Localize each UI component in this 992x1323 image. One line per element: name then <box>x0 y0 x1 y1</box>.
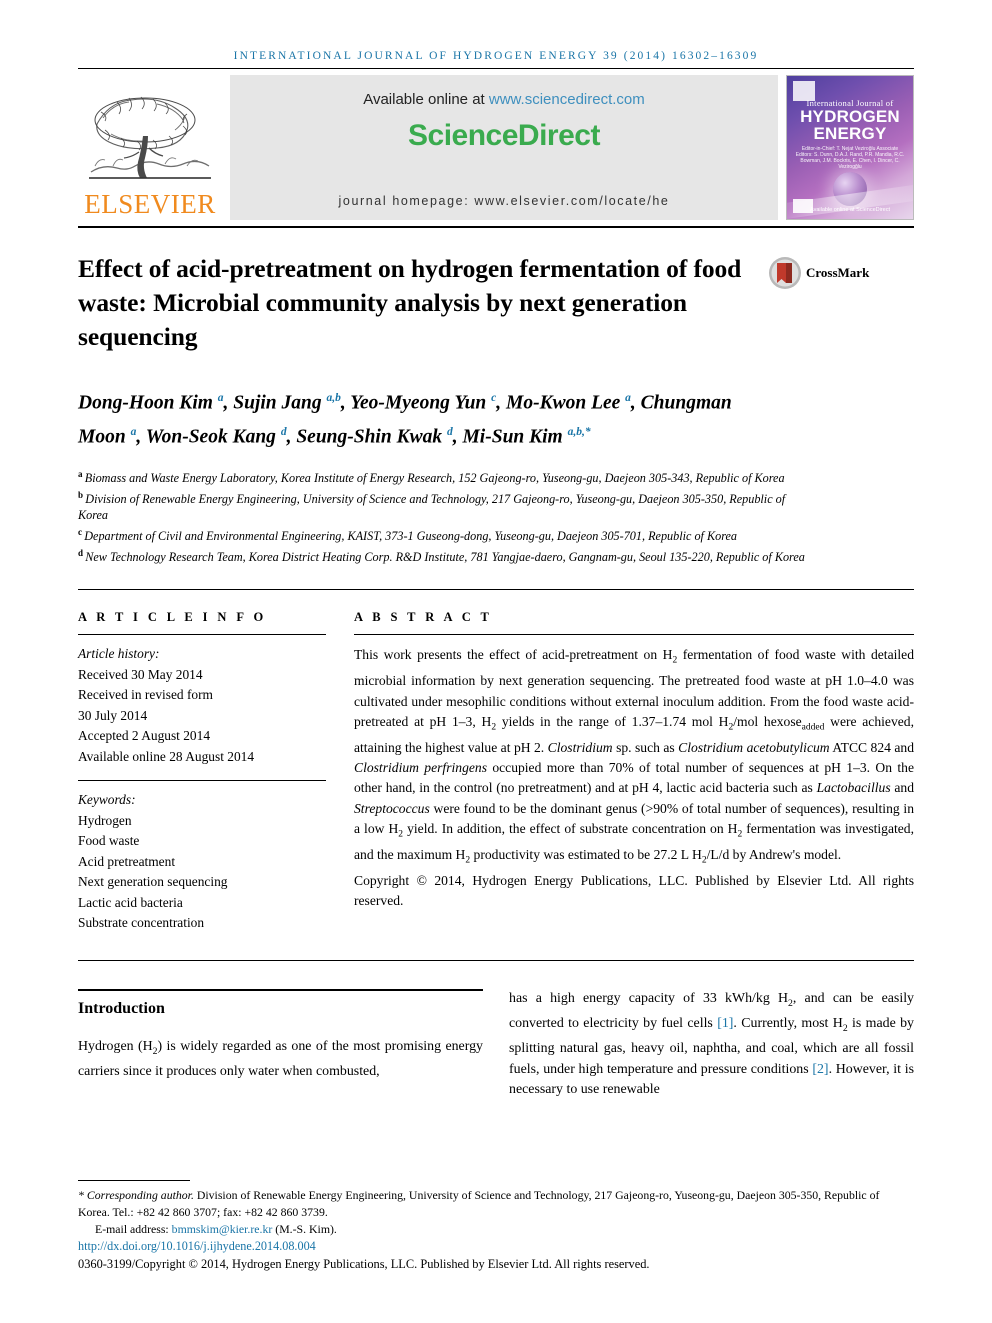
author-name: Dong-Hoon Kim <box>78 392 218 414</box>
masthead-divider <box>78 226 914 228</box>
cover-footer-text: Available online at ScienceDirect <box>810 207 890 213</box>
body-column-left: Introduction Hydrogen (H2) is widely reg… <box>78 988 483 1101</box>
title-text-wrap: Effect of acid-pretreatment on hydrogen … <box>78 252 768 354</box>
author-name: Won-Seok Kang <box>145 426 281 448</box>
author-name: Mi-Sun Kim <box>462 426 568 448</box>
author-separator: , <box>136 426 146 448</box>
author-list: Dong-Hoon Kim a, Sujin Jang a,b, Yeo-Mye… <box>78 384 778 452</box>
keyword-item: Next generation sequencing <box>78 874 228 890</box>
available-online-line: Available online at www.sciencedirect.co… <box>363 91 645 108</box>
elsevier-tree-icon <box>89 96 211 179</box>
article-history-item: 30 July 2014 <box>78 707 148 723</box>
info-top-divider <box>78 589 914 591</box>
keywords-label: Keywords: <box>78 792 136 808</box>
keyword-item: Acid pretreatment <box>78 853 176 869</box>
article-history-label: Article history: <box>78 646 160 662</box>
crossmark-badge[interactable]: CrossMark <box>768 252 878 354</box>
abstract-paragraph: This work presents the effect of acid-pr… <box>354 647 915 866</box>
introduction-heading: Introduction <box>78 999 165 1017</box>
cover-title-line2: ENERGY <box>813 124 887 143</box>
email-owner: (M.-S. Kim). <box>275 1222 337 1236</box>
article-history-item: Accepted 2 August 2014 <box>78 728 211 744</box>
affiliation-list: a Biomass and Waste Energy Laboratory, K… <box>78 466 818 565</box>
article-history-item: Received 30 May 2014 <box>78 666 203 682</box>
crossmark-label: CrossMark <box>806 265 870 280</box>
affiliation-text: New Technology Research Team, Korea Dist… <box>85 549 805 564</box>
cover-editors: Editor-in-Chief: T. Nejat Veziroğlu Asso… <box>795 146 905 170</box>
keyword-item: Lactic acid bacteria <box>78 894 183 910</box>
footnote-divider <box>78 1180 190 1181</box>
article-history-item: Received in revised form <box>78 687 213 703</box>
introduction-paragraph-right: has a high energy capacity of 33 kWh/kg … <box>509 990 915 1098</box>
author-affiliation-mark: a,b,* <box>567 426 591 438</box>
doi-line: http://dx.doi.org/10.1016/j.ijhydene.201… <box>78 1238 914 1255</box>
info-abstract-row: A R T I C L E I N F O Article history: Re… <box>78 610 914 934</box>
author-separator: , <box>286 426 297 448</box>
keyword-item: Substrate concentration <box>78 915 205 931</box>
abstract-copyright: Copyright © 2014, Hydrogen Energy Public… <box>354 873 914 909</box>
affiliation-text: Department of Civil and Environmental En… <box>84 528 737 543</box>
article-history-block: Article history: Received 30 May 2014 Rece… <box>78 635 326 767</box>
keyword-item: Food waste <box>78 833 140 849</box>
issn-copyright-line: 0360-3199/Copyright © 2014, Hydrogen Ene… <box>78 1257 650 1271</box>
body-columns: Introduction Hydrogen (H2) is widely reg… <box>78 988 914 1101</box>
sciencedirect-url-link[interactable]: www.sciencedirect.com <box>489 91 645 108</box>
affiliation-text: Biomass and Waste Energy Laboratory, Kor… <box>84 471 785 486</box>
introduction-rule <box>78 988 483 991</box>
article-info-heading: A R T I C L E I N F O <box>78 610 267 625</box>
journal-masthead: ELSEVIER Available online at www.science… <box>78 75 914 220</box>
introduction-paragraph-left: Hydrogen (H2) is widely regarded as one … <box>78 1038 483 1079</box>
available-online-prefix: Available online at <box>363 91 489 108</box>
author-separator: , <box>340 392 351 414</box>
affiliation-item: a Biomass and Waste Energy Laboratory, K… <box>78 466 818 487</box>
author-name: Seung-Shin Kwak <box>296 426 447 448</box>
abstract-body: This work presents the effect of acid-pr… <box>354 635 914 911</box>
email-label: E-mail address: <box>95 1222 169 1236</box>
header-divider <box>78 68 914 69</box>
author-separator: , <box>223 392 234 414</box>
cover-title-line1: HYDROGEN <box>800 107 900 126</box>
email-link[interactable]: bmmskim@kier.re.kr <box>172 1222 273 1236</box>
footnote-area: * Corresponding author. Division of Rene… <box>78 1180 914 1273</box>
sciencedirect-wordmark[interactable]: ScienceDirect <box>408 119 600 153</box>
affiliation-mark: a <box>78 469 85 479</box>
author-separator: , <box>496 392 506 414</box>
abstract-heading: A B S T R A C T <box>354 610 493 625</box>
author-separator: , <box>452 426 463 448</box>
title-area: Effect of acid-pretreatment on hydrogen … <box>78 252 914 354</box>
cover-title-large: HYDROGEN ENERGY <box>787 108 913 142</box>
doi-link[interactable]: http://dx.doi.org/10.1016/j.ijhydene.201… <box>78 1239 316 1253</box>
keywords-block: Keywords: Hydrogen Food waste Acid pretreat… <box>78 781 326 934</box>
affiliation-item: d New Technology Research Team, Korea Di… <box>78 545 818 566</box>
email-note: E-mail address: bmmskim@kier.re.kr (M.-S… <box>78 1221 914 1238</box>
author-name: Sujin Jang <box>233 392 327 414</box>
crossmark-icon <box>769 257 801 289</box>
author-affiliation-mark: a,b <box>326 392 341 404</box>
journal-homepage-line[interactable]: journal homepage: www.elsevier.com/locat… <box>230 194 778 208</box>
sciencedirect-panel: Available online at www.sciencedirect.co… <box>230 75 778 220</box>
abstract-column: A B S T R A C T This work presents the e… <box>354 610 914 934</box>
affiliation-item: c Department of Civil and Environmental … <box>78 524 818 545</box>
author-name: Mo-Kwon Lee <box>506 392 626 414</box>
article-history-item: Available online 28 August 2014 <box>78 748 255 764</box>
article-info-column: A R T I C L E I N F O Article history: Re… <box>78 610 326 934</box>
abstract-bottom-divider <box>78 959 914 961</box>
journal-cover-image[interactable]: International Journal of HYDROGEN ENERGY… <box>786 75 914 220</box>
elsevier-wordmark: ELSEVIER <box>84 189 216 219</box>
corresponding-author-note: * Corresponding author. Division of Rene… <box>78 1188 880 1219</box>
author-name: Yeo-Myeong Yun <box>350 392 492 414</box>
article-page: International Journal of Hydrogen Energy… <box>0 0 992 1323</box>
author-separator: , <box>630 392 641 414</box>
body-column-right: has a high energy capacity of 33 kWh/kg … <box>509 989 914 1101</box>
affiliation-text: Division of Renewable Energy Engineering… <box>78 491 786 523</box>
page-title: Effect of acid-pretreatment on hydrogen … <box>78 254 742 351</box>
running-head: International Journal of Hydrogen Energy… <box>233 50 759 62</box>
affiliation-item: b Division of Renewable Energy Engineeri… <box>78 487 818 524</box>
elsevier-logo[interactable]: ELSEVIER <box>78 75 222 220</box>
keyword-item: Hydrogen <box>78 812 132 828</box>
